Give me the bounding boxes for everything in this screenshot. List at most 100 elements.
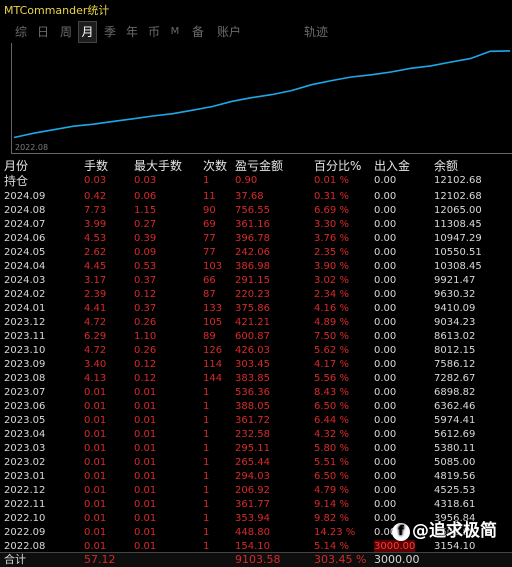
window-title: MTCommander统计 xyxy=(4,4,110,17)
cell-max-lots: 0.26 xyxy=(134,345,157,356)
cell-trades: 114 xyxy=(203,359,223,370)
tab-m[interactable]: M xyxy=(167,22,183,42)
cell-balance: 9410.09 xyxy=(434,303,476,314)
header-pnl[interactable]: 盈亏金额 xyxy=(235,157,283,175)
tab-note[interactable]: 备 xyxy=(189,22,207,42)
cell-month: 2024.09 xyxy=(4,191,46,202)
header-max-lots[interactable]: 最大手数 xyxy=(134,157,182,175)
cell-month: 2022.10 xyxy=(4,513,46,524)
cell-percent: 8.43 % xyxy=(314,387,349,398)
cell-lots: 3.99 xyxy=(84,219,107,230)
cell-trades: 1 xyxy=(203,401,210,412)
table-row[interactable]: 2024.08 7.73 1.15 90 756.55 6.69 % 0.00 12065.0… xyxy=(0,204,512,218)
cell-max-lots: 0.37 xyxy=(134,275,157,286)
cell-trades: 1 xyxy=(203,485,210,496)
tab-account[interactable]: 账户 xyxy=(214,22,244,42)
cell-deposit: 0.00 xyxy=(374,485,397,496)
table-row[interactable]: 2024.05 2.62 0.09 77 242.06 2.35 % 0.00 10550.5… xyxy=(0,246,512,260)
tab-summary[interactable]: 综 xyxy=(12,22,30,42)
cell-trades: 1 xyxy=(203,527,210,538)
tab-trajectory[interactable]: 轨迹 xyxy=(302,22,330,42)
tab-year[interactable]: 年 xyxy=(123,22,141,42)
table-row[interactable]: 2024.09 0.42 0.06 11 37.68 0.31 % 0.00 12102.68 xyxy=(0,190,512,204)
header-balance[interactable]: 余额 xyxy=(434,157,458,175)
table-row[interactable]: 2023.09 3.40 0.12 114 303.45 4.17 % 0.00 7586.1… xyxy=(0,358,512,372)
table-row[interactable]: 2024.06 4.53 0.39 77 396.78 3.76 % 0.00 10947.2… xyxy=(0,232,512,246)
table-row[interactable]: 2023.05 0.01 0.01 1 361.72 6.44 % 0.00 5974.41 xyxy=(0,414,512,428)
cell-percent: 4.89 % xyxy=(314,317,349,328)
cell-max-lots: 0.09 xyxy=(134,247,157,258)
cell-max-lots: 0.01 xyxy=(134,443,157,454)
header-trades[interactable]: 次数 xyxy=(203,157,227,175)
table-row[interactable]: 2024.07 3.99 0.27 69 361.16 3.30 % 0.00 11308.4… xyxy=(0,218,512,232)
cell-month: 2023.07 xyxy=(4,387,46,398)
cell-trades: 69 xyxy=(203,219,216,230)
cell-lots: 4.72 xyxy=(84,317,107,328)
position-row[interactable]: 持仓 0.03 0.03 1 0.90 0.01 % 0.00 12102.68 xyxy=(0,174,512,188)
cell-trades: 133 xyxy=(203,303,223,314)
header-percent[interactable]: 百分比% xyxy=(314,157,361,175)
total-deposit: 3000.00 xyxy=(374,553,420,566)
table-row[interactable]: 2024.01 4.41 0.37 133 375.86 4.16 % 0.00 9410.0… xyxy=(0,302,512,316)
cell-balance: 8012.15 xyxy=(434,345,476,356)
cell-month: 2023.11 xyxy=(4,331,46,342)
header-month[interactable]: 月份 xyxy=(4,157,28,175)
tab-week[interactable]: 周 xyxy=(57,22,75,42)
table-row[interactable]: 2023.01 0.01 0.01 1 294.03 6.50 % 0.00 4819.56 xyxy=(0,470,512,484)
cell-deposit: 0.00 xyxy=(374,373,397,384)
total-pnl: 9103.58 xyxy=(235,553,281,566)
table-row[interactable]: 2022.11 0.01 0.01 1 361.77 9.14 % 0.00 4318.61 xyxy=(0,498,512,512)
cell-month: 2023.05 xyxy=(4,415,46,426)
cell-deposit: 0.00 xyxy=(374,359,397,370)
tab-day[interactable]: 日 xyxy=(34,22,52,42)
cell-pnl: 242.06 xyxy=(235,247,270,258)
cell-max-lots: 0.01 xyxy=(134,527,157,538)
cell-trades: 126 xyxy=(203,345,223,356)
cell-deposit: 0.00 xyxy=(374,219,397,230)
table-row[interactable]: 2023.06 0.01 0.01 1 388.05 6.50 % 0.00 6362.46 xyxy=(0,400,512,414)
table-row[interactable]: 2023.08 4.13 0.12 144 383.85 5.56 % 0.00 7282.6… xyxy=(0,372,512,386)
table-row[interactable]: 2023.10 4.72 0.26 126 426.03 5.62 % 0.00 8012.1… xyxy=(0,344,512,358)
watermark: f @追求极简 xyxy=(392,519,497,543)
cell-month: 2024.04 xyxy=(4,261,46,272)
table-row[interactable]: 2024.02 2.39 0.12 87 220.23 2.34 % 0.00 9630.32 xyxy=(0,288,512,302)
table-row[interactable]: 2024.04 4.45 0.53 103 386.98 3.90 % 0.00 10308.… xyxy=(0,260,512,274)
cell-trades: 1 xyxy=(203,457,210,468)
header-deposit[interactable]: 出入金 xyxy=(374,157,410,175)
cell-lots: 4.45 xyxy=(84,261,107,272)
cell-deposit: 0.00 xyxy=(374,345,397,356)
table-row[interactable]: 2023.07 0.01 0.01 1 536.36 8.43 % 0.00 6898.82 xyxy=(0,386,512,400)
table-row[interactable]: 2023.04 0.01 0.01 1 232.58 4.32 % 0.00 5612.69 xyxy=(0,428,512,442)
cell-percent: 3.90 % xyxy=(314,261,349,272)
table-row[interactable]: 2023.12 4.72 0.26 105 421.21 4.89 % 0.00 9034.2… xyxy=(0,316,512,330)
cell-month: 2024.08 xyxy=(4,205,46,216)
cell-balance: 5380.11 xyxy=(434,443,476,454)
tab-currency[interactable]: 币 xyxy=(145,22,163,42)
cell-deposit: 0.00 xyxy=(374,429,397,440)
cell-balance: 6362.46 xyxy=(434,401,476,412)
table-row[interactable]: 2023.02 0.01 0.01 1 265.44 5.51 % 0.00 5085.00 xyxy=(0,456,512,470)
cell-max-lots: 0.12 xyxy=(134,373,157,384)
cell-deposit: 0.00 xyxy=(374,275,397,286)
cell-month: 2023.08 xyxy=(4,373,46,384)
cell-month: 2023.09 xyxy=(4,359,46,370)
table-row[interactable]: 2023.11 6.29 1.10 89 600.87 7.50 % 0.00 8613.02 xyxy=(0,330,512,344)
tab-month[interactable]: 月 xyxy=(78,21,97,43)
cell-balance: 5612.69 xyxy=(434,429,476,440)
cell-trades: 144 xyxy=(203,373,223,384)
table-row[interactable]: 2024.03 3.17 0.37 66 291.15 3.02 % 0.00 9921.47 xyxy=(0,274,512,288)
cell-pnl: 294.03 xyxy=(235,471,270,482)
table-row[interactable]: 2023.03 0.01 0.01 1 295.11 5.80 % 0.00 5380.11 xyxy=(0,442,512,456)
cell-max-lots: 0.01 xyxy=(134,471,157,482)
cell-percent: 7.50 % xyxy=(314,331,349,342)
cell-percent: 6.44 % xyxy=(314,415,349,426)
cell-lots: 6.29 xyxy=(84,331,107,342)
cell-pnl: 265.44 xyxy=(235,457,270,468)
cell-deposit: 0.00 xyxy=(374,401,397,412)
cell-pnl: 361.72 xyxy=(235,415,270,426)
table-row[interactable]: 2022.12 0.01 0.01 1 206.92 4.79 % 0.00 4525.53 xyxy=(0,484,512,498)
tab-quarter[interactable]: 季 xyxy=(101,22,119,42)
cell-trades: 1 xyxy=(203,471,210,482)
header-lots[interactable]: 手数 xyxy=(84,157,108,175)
balance-series-line xyxy=(13,50,511,139)
